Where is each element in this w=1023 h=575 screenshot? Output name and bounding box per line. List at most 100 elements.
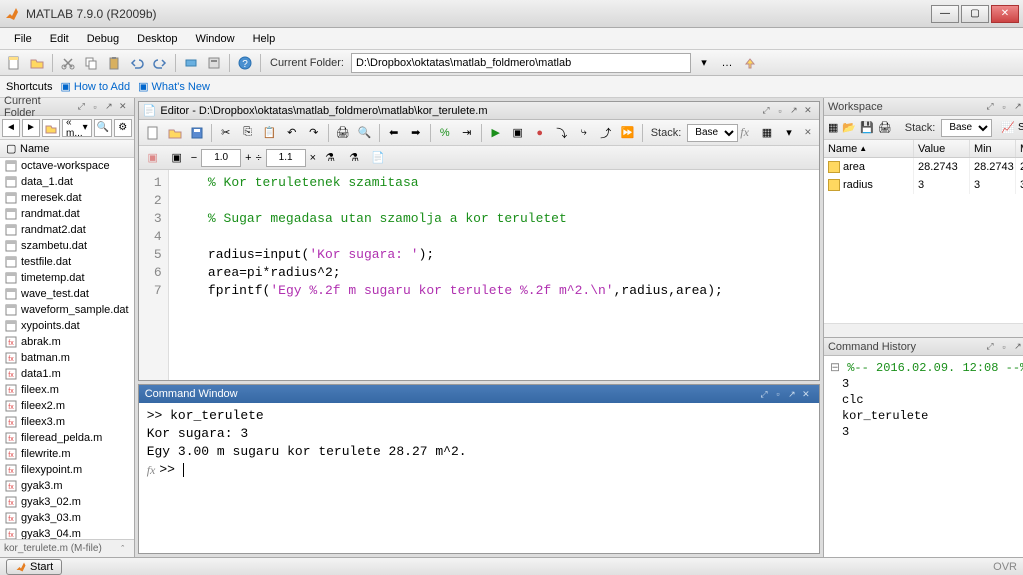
howto-link[interactable]: ▣How to Add — [60, 80, 130, 93]
ed-redo-icon[interactable]: ↷ — [304, 123, 324, 143]
help-icon[interactable]: ? — [235, 53, 255, 73]
menu-desktop[interactable]: Desktop — [129, 31, 185, 47]
ed-paste-icon[interactable]: 📋 — [260, 123, 280, 143]
ed-comment-icon[interactable]: % — [435, 123, 455, 143]
file-list-header[interactable]: ▢ Name — [0, 140, 134, 158]
ed-open-icon[interactable] — [165, 123, 185, 143]
fx-label[interactable]: fx — [740, 125, 749, 140]
current-folder-input[interactable] — [351, 53, 691, 73]
editor-menu-icon[interactable]: ▫ — [773, 104, 787, 118]
ws-hscroll[interactable] — [824, 323, 1023, 337]
workspace-table[interactable]: Name ▲ Value Min M area28.274328.274328r… — [824, 140, 1023, 323]
file-row[interactable]: timetemp.dat — [0, 270, 134, 286]
ch-dock-icon[interactable]: ⤢ — [983, 340, 997, 354]
history-item[interactable]: clc — [830, 392, 1023, 408]
ed-print-icon[interactable]: 🖨 — [333, 123, 353, 143]
ws-open-icon[interactable]: 📂 — [841, 118, 857, 138]
cf-fwd-icon[interactable]: ► — [22, 119, 40, 137]
stack-combo[interactable]: Base — [687, 124, 738, 142]
ws-print-icon[interactable]: 🖨 — [877, 118, 893, 138]
cf-parent-icon[interactable] — [42, 119, 60, 137]
file-row[interactable]: fxfileex3.m — [0, 414, 134, 430]
ws-new-icon[interactable]: ▦ — [827, 118, 839, 138]
ed-indent-icon[interactable]: ⇥ — [457, 123, 477, 143]
whatsnew-link[interactable]: ▣What's New — [138, 80, 210, 93]
cf-browse-icon[interactable]: … — [717, 53, 737, 73]
menu-file[interactable]: File — [6, 31, 40, 47]
file-row[interactable]: randmat2.dat — [0, 222, 134, 238]
file-row[interactable]: szambetu.dat — [0, 238, 134, 254]
panel-close-icon[interactable]: ✕ — [116, 100, 130, 114]
ws-dock-icon[interactable]: ⤢ — [983, 100, 997, 114]
cf-path-combo[interactable]: « m...▾ — [62, 119, 92, 137]
file-row[interactable]: xypoints.dat — [0, 318, 134, 334]
file-row[interactable]: fxgyak3.m — [0, 478, 134, 494]
ed-continue-icon[interactable]: ⏩ — [618, 123, 638, 143]
ed-evalall-icon[interactable]: ⚗ — [344, 148, 364, 168]
workspace-row[interactable]: area28.274328.274328 — [824, 158, 1023, 176]
cf-back-icon[interactable]: ◄ — [2, 119, 20, 137]
editor-dock-icon[interactable]: ⤢ — [759, 104, 773, 118]
history-item[interactable]: 3 — [830, 376, 1023, 392]
ch-menu-icon[interactable]: ▫ — [997, 340, 1011, 354]
file-row[interactable]: fxfileex2.m — [0, 398, 134, 414]
close-button[interactable]: ✕ — [991, 5, 1019, 23]
file-row[interactable]: fxgyak3_03.m — [0, 510, 134, 526]
ed-cut-icon[interactable]: ✂ — [216, 123, 236, 143]
zoom-1[interactable] — [201, 149, 241, 167]
ed-cellplus-icon[interactable]: ▣ — [167, 148, 187, 168]
tree-collapse-icon[interactable]: ⊟ — [830, 361, 847, 375]
file-row[interactable]: fxabrak.m — [0, 334, 134, 350]
panel-undock-icon[interactable]: ↗ — [102, 100, 116, 114]
ed-gofwd-icon[interactable]: ➡ — [406, 123, 426, 143]
cf-gear-icon[interactable]: ⚙ — [114, 119, 132, 137]
menu-help[interactable]: Help — [245, 31, 284, 47]
file-row[interactable]: octave-workspace — [0, 158, 134, 174]
ch-undock-icon[interactable]: ↗ — [1011, 340, 1023, 354]
ed-save-icon[interactable] — [187, 123, 207, 143]
menu-debug[interactable]: Debug — [79, 31, 127, 47]
ed-publish-icon[interactable]: 📄 — [368, 148, 388, 168]
panel-menu-icon[interactable]: ▫ — [88, 100, 102, 114]
copy-icon[interactable] — [81, 53, 101, 73]
ed-tile-icon[interactable]: ▦ — [757, 123, 777, 143]
ed-tab-close-icon[interactable]: ✕ — [801, 126, 815, 140]
detail-collapse-icon[interactable]: ˆ — [116, 542, 130, 556]
file-row[interactable]: fxbatman.m — [0, 350, 134, 366]
file-row[interactable]: fxgyak3_04.m — [0, 526, 134, 539]
cmd-undock-icon[interactable]: ↗ — [785, 387, 799, 401]
ed-find-icon[interactable]: 🔍 — [355, 123, 375, 143]
editor-undock-icon[interactable]: ↗ — [787, 104, 801, 118]
file-row[interactable]: data_1.dat — [0, 174, 134, 190]
ed-goback-icon[interactable]: ⬅ — [384, 123, 404, 143]
file-row[interactable]: fxfilexypoint.m — [0, 462, 134, 478]
ed-stepout-icon[interactable]: ⤴ — [596, 123, 616, 143]
start-button[interactable]: Start — [6, 559, 62, 575]
file-row[interactable]: fxdata1.m — [0, 366, 134, 382]
cf-find-icon[interactable]: 🔍 — [94, 119, 112, 137]
file-row[interactable]: meresek.dat — [0, 190, 134, 206]
cmd-dock-icon[interactable]: ⤢ — [757, 387, 771, 401]
code-area[interactable]: % Kor teruletenek szamitasa % Sugar mega… — [169, 170, 819, 380]
menu-edit[interactable]: Edit — [42, 31, 77, 47]
file-row[interactable]: fxfilewrite.m — [0, 446, 134, 462]
cmd-close-icon[interactable]: ✕ — [799, 387, 813, 401]
simulink-icon[interactable] — [181, 53, 201, 73]
ed-undo-icon[interactable]: ↶ — [282, 123, 302, 143]
maximize-button[interactable]: ▢ — [961, 5, 989, 23]
ed-breakpoint-icon[interactable]: ● — [530, 123, 550, 143]
file-row[interactable]: wave_test.dat — [0, 286, 134, 302]
ws-select-label[interactable]: Sel... — [1018, 122, 1023, 133]
file-list[interactable]: octave-workspacedata_1.datmeresek.datran… — [0, 158, 134, 539]
file-row[interactable]: fxfileex.m — [0, 382, 134, 398]
workspace-row[interactable]: radius333 — [824, 176, 1023, 194]
ed-split-icon[interactable]: ▾ — [779, 123, 799, 143]
ed-run-icon[interactable]: ▶ — [486, 123, 506, 143]
editor-close-icon[interactable]: ✕ — [801, 104, 815, 118]
command-window-body[interactable]: >> kor_teruleteKor sugara: 3Egy 3.00 m s… — [139, 403, 819, 553]
file-row[interactable]: waveform_sample.dat — [0, 302, 134, 318]
minimize-button[interactable]: — — [931, 5, 959, 23]
undo-icon[interactable] — [127, 53, 147, 73]
file-row[interactable]: randmat.dat — [0, 206, 134, 222]
ed-copy-icon[interactable]: ⎘ — [238, 123, 258, 143]
